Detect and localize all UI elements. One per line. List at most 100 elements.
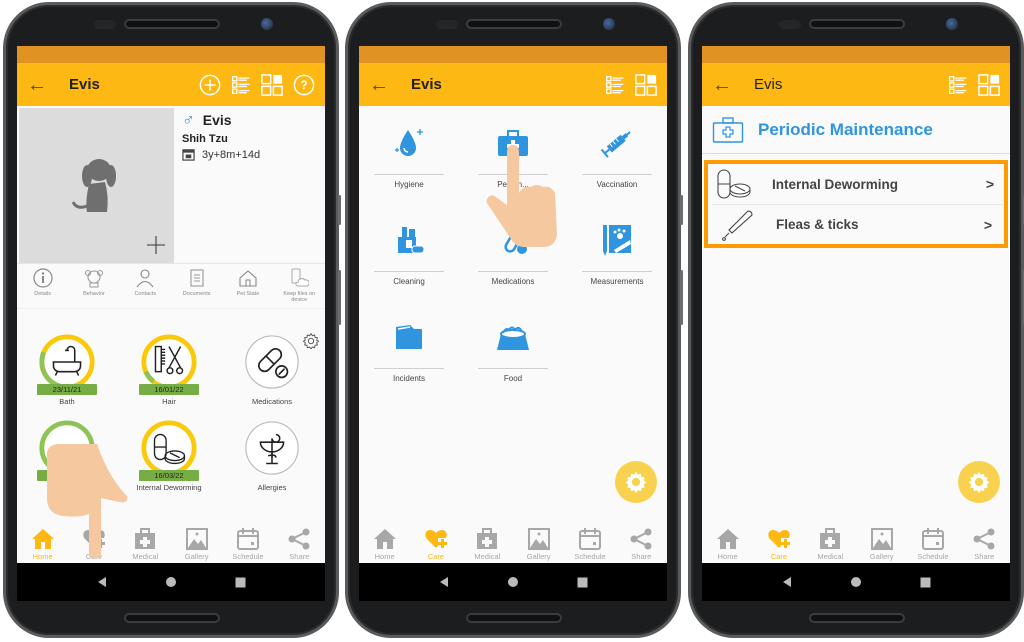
category-label: Medications — [491, 277, 535, 286]
home-circle-icon[interactable] — [850, 576, 862, 588]
person-icon — [136, 269, 154, 288]
tab-share[interactable]: Share — [959, 527, 1009, 561]
category-hygiene[interactable]: Hygiene — [374, 116, 444, 189]
tab-gallery[interactable]: Gallery — [857, 527, 907, 561]
shortcut-contacts[interactable]: Contacts — [121, 268, 169, 308]
medical-kit-icon — [818, 527, 842, 551]
tab-home[interactable]: Home — [18, 527, 68, 561]
category-label: Incidents — [392, 374, 426, 383]
divider — [374, 174, 444, 175]
status-bar — [702, 46, 1010, 63]
tab-share[interactable]: Share — [616, 527, 666, 561]
add-circle-icon[interactable] — [199, 74, 221, 96]
tab-care[interactable]: Care — [69, 527, 119, 561]
back-triangle-icon[interactable] — [438, 576, 450, 588]
tab-medical[interactable]: Medical — [462, 527, 512, 561]
tab-label: Share — [974, 552, 995, 561]
settings-fab[interactable] — [615, 461, 657, 503]
tab-schedule[interactable]: Schedule — [223, 527, 273, 561]
male-symbol-icon: ♂ — [182, 110, 195, 129]
app-bar: ← Evis ? — [17, 63, 325, 106]
shortcut-details[interactable]: Details — [19, 268, 67, 308]
care-item-allergies[interactable]: Allergies — [227, 419, 317, 492]
syringe-icon — [600, 131, 631, 158]
back-triangle-icon[interactable] — [781, 576, 793, 588]
pet-photo[interactable] — [19, 108, 174, 263]
section-title: Periodic Maintenance — [758, 119, 933, 139]
back-triangle-icon[interactable] — [96, 576, 108, 588]
grid-view-icon[interactable] — [261, 74, 283, 96]
front-camera — [603, 18, 615, 30]
tab-schedule[interactable]: Schedule — [908, 527, 958, 561]
shortcut-keep-files[interactable]: Keep files on device — [275, 268, 323, 308]
divider — [582, 174, 652, 175]
tab-home[interactable]: Home — [703, 527, 753, 561]
tab-schedule[interactable]: Schedule — [565, 527, 615, 561]
dropper-icon — [722, 209, 753, 241]
category-cleaning[interactable]: Cleaning — [374, 213, 444, 286]
arrow-left-icon[interactable]: ← — [27, 74, 49, 96]
dog-face-icon — [84, 270, 103, 288]
tab-label: Schedule — [917, 552, 949, 561]
volume-button — [338, 270, 341, 325]
care-item-bath[interactable]: 23/11/21 Bath — [22, 333, 112, 406]
category-periodic-maintenance[interactable]: Pe... in... — [478, 116, 548, 189]
screen-care: ← Evis Hygiene Pe... in... Vaccination C… — [359, 46, 667, 601]
shortcut-documents[interactable]: Documents — [173, 268, 221, 308]
category-incidents[interactable]: Incidents — [374, 310, 444, 383]
arrow-left-icon[interactable]: ← — [712, 74, 734, 96]
tab-care[interactable]: Care — [411, 527, 461, 561]
tab-gallery[interactable]: Gallery — [514, 527, 564, 561]
tab-home[interactable]: Home — [360, 527, 410, 561]
care-item-partial[interactable] — [22, 419, 112, 481]
category-food[interactable]: Food — [478, 310, 548, 383]
category-vaccination[interactable]: Vaccination — [582, 116, 652, 189]
progress-ring — [39, 334, 95, 390]
list-view-icon[interactable] — [231, 75, 251, 95]
settings-fab[interactable] — [958, 461, 1000, 503]
category-label: Food — [503, 374, 523, 383]
shortcut-pet-state[interactable]: Pet State — [224, 268, 272, 308]
measurement-notebook-icon — [603, 225, 631, 256]
shortcut-behavior[interactable]: Behavior — [70, 268, 118, 308]
recents-square-icon[interactable] — [235, 577, 246, 588]
care-item-hair[interactable]: 16/01/22 Hair — [124, 333, 214, 406]
grid-view-icon[interactable] — [635, 74, 657, 96]
plus-icon[interactable] — [146, 235, 166, 255]
home-circle-icon[interactable] — [507, 576, 519, 588]
tab-care[interactable]: Care — [754, 527, 804, 561]
arrow-left-icon[interactable]: ← — [369, 74, 391, 96]
calendar-icon — [578, 527, 602, 551]
image-icon — [185, 527, 209, 551]
tab-medical[interactable]: Medical — [120, 527, 170, 561]
recents-square-icon[interactable] — [920, 577, 931, 588]
image-icon — [870, 527, 894, 551]
tab-label: Medical — [474, 552, 501, 561]
care-item-medications[interactable]: Medications — [227, 333, 317, 406]
list-item-label: Internal Deworming — [772, 176, 899, 192]
list-view-icon[interactable] — [605, 75, 625, 95]
list-item-fleas-ticks[interactable]: Fleas & ticks > — [712, 204, 1002, 244]
recents-square-icon[interactable] — [577, 577, 588, 588]
page-title: Evis — [411, 76, 442, 93]
progress-ring — [141, 420, 197, 476]
tab-gallery[interactable]: Gallery — [172, 527, 222, 561]
grid-view-icon[interactable] — [978, 74, 1000, 96]
tab-label: Medical — [132, 552, 159, 561]
list-item-internal-deworming[interactable]: Internal Deworming > — [708, 164, 1004, 204]
tab-share[interactable]: Share — [274, 527, 324, 561]
status-bar — [17, 46, 325, 63]
help-icon[interactable]: ? — [293, 74, 315, 96]
category-measurements[interactable]: Measurements — [582, 213, 652, 286]
care-item-label: Hair — [162, 397, 176, 406]
svg-text:?: ? — [300, 78, 307, 92]
care-item-internal-deworming[interactable]: 16/03/22 Internal Deworming — [124, 419, 214, 492]
tab-medical[interactable]: Medical — [805, 527, 855, 561]
category-medications[interactable]: Medications — [478, 213, 548, 286]
tab-label: Home — [374, 552, 395, 561]
food-bowl-icon — [497, 326, 529, 350]
list-view-icon[interactable] — [948, 75, 968, 95]
bottom-speaker — [124, 613, 220, 623]
home-circle-icon[interactable] — [165, 576, 177, 588]
bottom-tab-bar: Home Care Medical Gallery Schedule Share — [359, 525, 667, 563]
